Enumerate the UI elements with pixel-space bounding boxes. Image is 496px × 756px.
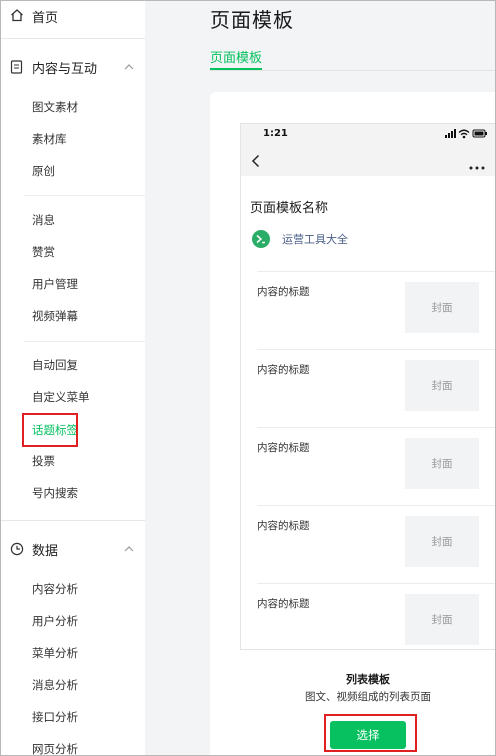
template-name: 页面模板名称 [250, 201, 329, 216]
sidebar-item-auto-reply[interactable]: 自动回复 [32, 357, 78, 373]
wifi-icon [458, 129, 470, 139]
sidebar-item-menu-analysis[interactable]: 菜单分析 [32, 645, 78, 661]
highlight-box [22, 413, 78, 447]
item-title: 内容的标题 [257, 364, 310, 376]
list-item[interactable]: 内容的标题 封面 [257, 427, 496, 505]
chevron-up-icon[interactable] [124, 61, 134, 71]
tab-divider [210, 70, 496, 71]
sidebar-item-original[interactable]: 原创 [32, 163, 55, 179]
nav-home[interactable]: 首页 [10, 6, 58, 26]
item-cover: 封面 [405, 594, 479, 645]
nav-home-label: 首页 [32, 10, 59, 26]
chevron-up-icon[interactable] [124, 543, 134, 553]
item-title: 内容的标题 [257, 442, 310, 454]
sidebar-item-library[interactable]: 素材库 [32, 131, 67, 147]
item-title: 内容的标题 [257, 520, 310, 532]
sidebar-item-user-analysis[interactable]: 用户分析 [32, 613, 78, 629]
page-title: 页面模板 [210, 8, 294, 32]
sidebar-item-messages[interactable]: 消息 [32, 212, 55, 228]
item-cover: 封面 [405, 438, 479, 489]
item-cover: 封面 [405, 282, 479, 333]
section-content[interactable]: 内容与互动 [10, 56, 142, 78]
clock-icon [10, 542, 24, 556]
phone-preview: 1:21 页面模板名称 运营工具大全 内容的标题 封面 内容的标题 封面 内容的… [240, 123, 496, 650]
list-item[interactable]: 内容的标题 封面 [257, 271, 496, 349]
item-title: 内容的标题 [257, 286, 310, 298]
sidebar-divider [24, 195, 145, 196]
sidebar-item-vote[interactable]: 投票 [32, 453, 55, 469]
home-icon [10, 8, 26, 24]
item-title: 内容的标题 [257, 598, 310, 610]
template-label: 列表模板 [346, 673, 390, 686]
avatar [252, 230, 270, 248]
sidebar-item-api-analysis[interactable]: 接口分析 [32, 709, 78, 725]
sidebar: 首页 内容与互动 图文素材 素材库 原创 消息 赞赏 用户管理 视频弹幕 自动回… [0, 0, 145, 756]
tab-page-template[interactable]: 页面模板 [210, 47, 262, 66]
item-cover: 封面 [405, 516, 479, 567]
status-bar: 1:21 [241, 124, 496, 146]
sidebar-divider [0, 38, 145, 39]
section-content-label: 内容与互动 [32, 61, 98, 77]
document-icon [10, 60, 24, 74]
list-item[interactable]: 内容的标题 封面 [257, 349, 496, 427]
highlight-box [324, 714, 417, 752]
sidebar-item-articles[interactable]: 图文素材 [32, 99, 78, 115]
template-description: 图文、视频组成的列表页面 [305, 691, 431, 703]
account-name: 运营工具大全 [282, 233, 348, 246]
section-data[interactable]: 数据 [10, 538, 142, 560]
signal-icon [445, 129, 456, 138]
sidebar-divider [24, 341, 145, 342]
sidebar-divider [0, 520, 145, 521]
sidebar-item-reward[interactable]: 赞赏 [32, 244, 55, 260]
sidebar-item-search[interactable]: 号内搜索 [32, 485, 78, 501]
sidebar-item-custom-menu[interactable]: 自定义菜单 [32, 389, 90, 405]
sidebar-item-message-analysis[interactable]: 消息分析 [32, 677, 78, 693]
sidebar-item-danmaku[interactable]: 视频弹幕 [32, 308, 78, 324]
sidebar-item-web-analysis[interactable]: 网页分析 [32, 741, 78, 756]
status-icons [445, 128, 489, 140]
sidebar-item-users[interactable]: 用户管理 [32, 276, 78, 292]
list-item[interactable]: 内容的标题 封面 [257, 583, 496, 661]
sidebar-item-content-analysis[interactable]: 内容分析 [32, 581, 78, 597]
section-data-label: 数据 [32, 543, 59, 559]
phone-nav-bar [241, 146, 496, 176]
account-row[interactable]: 运营工具大全 [252, 229, 348, 249]
status-time: 1:21 [263, 128, 288, 139]
battery-icon [472, 129, 487, 138]
more-icon[interactable] [469, 159, 485, 170]
item-cover: 封面 [405, 360, 479, 411]
list-item[interactable]: 内容的标题 封面 [257, 505, 496, 583]
chevron-left-icon[interactable] [251, 154, 261, 168]
